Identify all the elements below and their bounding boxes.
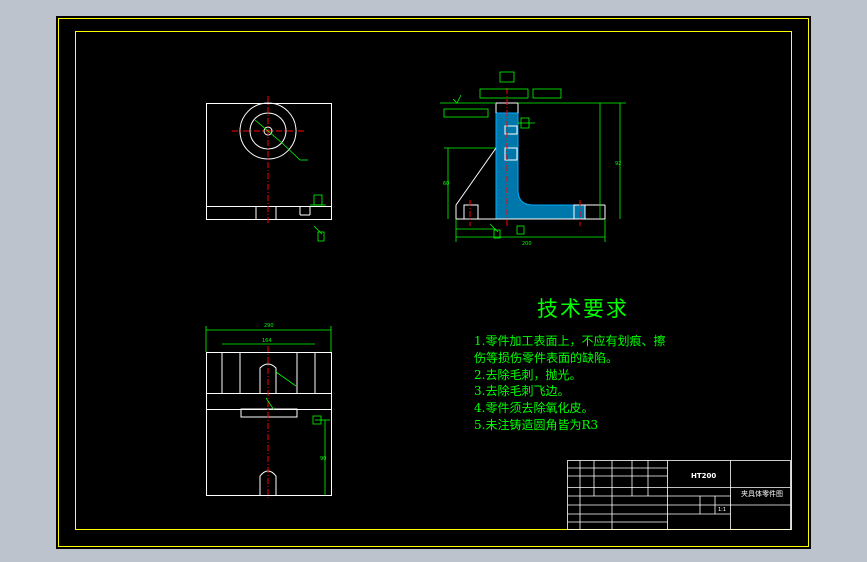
title-block-part-name: 夹具体零件图 [741,490,783,498]
title-block-material: HT200 [691,472,717,480]
requirement-line: 2.去除毛刺，抛光。 [474,367,582,382]
technical-requirements-title: 技术要求 [537,297,629,321]
title-block-scale: 1:1 [718,507,727,513]
svg-text:92: 92 [615,161,621,167]
cad-drawing-sheet: 290 164 90 200 92 60 [56,16,811,549]
requirement-line: 伤等损伤零件表面的缺陷。 [474,350,619,365]
svg-text:164: 164 [262,338,272,344]
requirement-line: 4.零件须去除氧化皮。 [474,401,594,416]
technical-requirements-list: 1.零件加工表面上，不应有划痕、擦 伤等损伤零件表面的缺陷。 2.去除毛刺，抛光… [474,333,665,434]
requirement-line: 1.零件加工表面上，不应有划痕、擦 [474,334,666,348]
svg-text:200: 200 [522,241,532,247]
svg-text:90: 90 [320,456,326,462]
requirement-line: 5.未注铸造圆角皆为R3 [474,417,599,432]
drawing-paper [56,16,811,549]
svg-text:60: 60 [443,181,449,187]
svg-text:290: 290 [264,323,274,329]
requirement-line: 3.去除毛刺飞边。 [474,384,570,399]
